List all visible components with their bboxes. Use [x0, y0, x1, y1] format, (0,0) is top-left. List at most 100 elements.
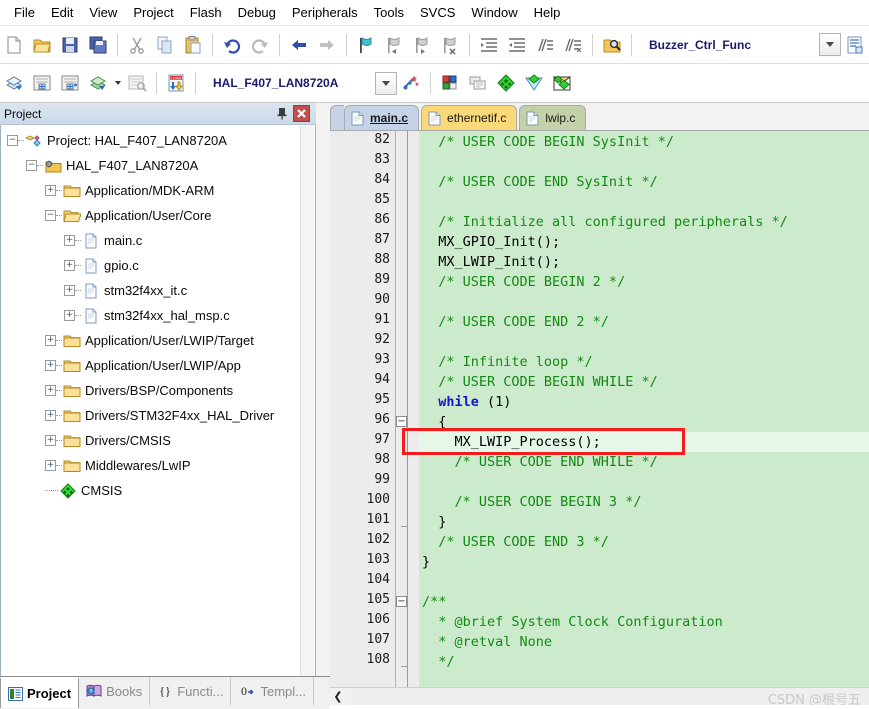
menu-help[interactable]: Help	[526, 2, 569, 23]
tree-expander-plus[interactable]: +	[64, 310, 75, 321]
toggle-bookmark-icon[interactable]	[353, 30, 379, 60]
navigate-forward-icon[interactable]	[314, 30, 340, 60]
download-icon[interactable]: LOAD	[163, 68, 189, 98]
search-combo[interactable]: Buzzer_Ctrl_Func	[641, 33, 759, 56]
menu-project[interactable]: Project	[125, 2, 181, 23]
menu-file[interactable]: File	[6, 2, 43, 23]
target-combo[interactable]: HAL_F407_LAN8720A	[205, 72, 375, 95]
save-icon[interactable]	[57, 30, 83, 60]
tree-item[interactable]: + Application/User/LWIP/Target	[1, 328, 311, 353]
tree-item[interactable]: CMSIS	[1, 478, 311, 503]
line-number: 95	[374, 392, 390, 407]
tree-item[interactable]: + Application/User/LWIP/App	[1, 353, 311, 378]
tree-expander-plus[interactable]: +	[64, 235, 75, 246]
fold-collapse-icon[interactable]: −	[396, 596, 407, 607]
menu-flash[interactable]: Flash	[182, 2, 230, 23]
open-file-icon[interactable]	[29, 30, 55, 60]
code-editor[interactable]: 82 /* USER CODE BEGIN SysInit */ 83 84 /* …	[330, 131, 869, 687]
manage-runtime-env-icon[interactable]	[437, 68, 463, 98]
undo-icon[interactable]	[219, 30, 245, 60]
project-tree-container[interactable]: − Project: HAL_F407_LAN8720A − HAL_F407_LAN…	[0, 125, 316, 709]
menu-peripherals[interactable]: Peripherals	[284, 2, 366, 23]
pack-installer-icon[interactable]	[493, 68, 519, 98]
next-bookmark-icon[interactable]	[409, 30, 435, 60]
pin-icon[interactable]	[273, 105, 291, 123]
editor-tab-main-c[interactable]: main.c	[344, 105, 420, 130]
clear-bookmarks-icon[interactable]	[437, 30, 463, 60]
menu-edit[interactable]: Edit	[43, 2, 81, 23]
bottom-tab-functi[interactable]: {} Functi...	[150, 677, 232, 705]
file-icon	[82, 283, 100, 299]
uncomment-icon[interactable]	[560, 30, 586, 60]
outdent-icon[interactable]	[504, 30, 530, 60]
bottom-tab-templ[interactable]: 0 Templ...	[231, 677, 314, 705]
tree-item[interactable]: + Drivers/STM32F4xx_HAL_Driver	[1, 403, 311, 428]
paste-icon[interactable]	[180, 30, 206, 60]
previous-bookmark-icon[interactable]	[381, 30, 407, 60]
configuration-wizard-icon[interactable]	[842, 30, 868, 60]
folder-icon	[63, 333, 81, 349]
tree-item[interactable]: + stm32f4xx_it.c	[1, 278, 311, 303]
navigate-back-icon[interactable]	[286, 30, 312, 60]
tree-expander-minus[interactable]: −	[26, 160, 37, 171]
menu-window[interactable]: Window	[463, 2, 525, 23]
copy-icon[interactable]	[152, 30, 178, 60]
batch-build-icon[interactable]	[85, 68, 111, 98]
tree-vertical-scrollbar[interactable]	[300, 126, 314, 709]
tree-item[interactable]: + Drivers/BSP/Components	[1, 378, 311, 403]
line-number: 90	[374, 292, 390, 307]
code-comment: /* Initialize all configured peripherals…	[422, 214, 788, 230]
redo-icon[interactable]	[247, 30, 273, 60]
tree-item[interactable]: + Middlewares/LwIP	[1, 453, 311, 478]
tree-item[interactable]: − HAL_F407_LAN8720A	[1, 153, 311, 178]
build-icon[interactable]	[29, 68, 55, 98]
tree-expander-plus[interactable]: +	[45, 435, 56, 446]
select-software-packs-icon[interactable]	[521, 68, 547, 98]
comment-icon[interactable]	[532, 30, 558, 60]
tree-item[interactable]: + stm32f4xx_hal_msp.c	[1, 303, 311, 328]
bottom-tab-project[interactable]: Project	[0, 677, 80, 708]
menu-tools[interactable]: Tools	[366, 2, 412, 23]
rebuild-icon[interactable]	[57, 68, 83, 98]
tree-expander-plus[interactable]: +	[64, 260, 75, 271]
stop-build-icon[interactable]	[124, 68, 150, 98]
close-icon[interactable]	[293, 105, 310, 122]
tree-item[interactable]: + Application/MDK-ARM	[1, 178, 311, 203]
menu-view[interactable]: View	[81, 2, 125, 23]
target-combo-dropdown[interactable]	[375, 71, 397, 95]
tree-item[interactable]: − Project: HAL_F407_LAN8720A	[1, 128, 311, 153]
save-all-icon[interactable]	[85, 30, 111, 60]
search-combo-dropdown[interactable]	[819, 33, 841, 56]
tree-item-label: Middlewares/LwIP	[85, 458, 191, 473]
tree-item[interactable]: + gpio.c	[1, 253, 311, 278]
tree-item[interactable]: + Drivers/CMSIS	[1, 428, 311, 453]
tree-expander-minus[interactable]: −	[7, 135, 18, 146]
batch-build-dropdown[interactable]	[112, 70, 123, 96]
tree-expander-plus[interactable]: +	[45, 410, 56, 421]
editor-tab-ethernetif-c[interactable]: ethernetif.c	[421, 105, 518, 130]
cut-icon[interactable]	[124, 30, 150, 60]
tree-expander-plus[interactable]: +	[45, 360, 56, 371]
editor-tab-lwip-c[interactable]: lwip.c	[519, 105, 587, 130]
multi-project-icon[interactable]	[465, 68, 491, 98]
tree-expander-plus[interactable]: +	[45, 335, 56, 346]
target-options-icon[interactable]	[398, 68, 424, 98]
tree-expander-plus[interactable]: +	[64, 285, 75, 296]
fold-collapse-icon[interactable]: −	[396, 416, 407, 427]
new-file-icon[interactable]	[1, 30, 27, 60]
manage-packs-icon[interactable]	[549, 68, 575, 98]
svg-text:0: 0	[241, 684, 247, 698]
menu-debug[interactable]: Debug	[230, 2, 284, 23]
bottom-tab-books[interactable]: ? Books	[79, 677, 151, 705]
code-scroll-left-icon[interactable]: ❮	[330, 689, 346, 705]
tree-item[interactable]: + main.c	[1, 228, 311, 253]
menu-svcs[interactable]: SVCS	[412, 2, 463, 23]
indent-icon[interactable]	[476, 30, 502, 60]
tree-expander-minus[interactable]: −	[45, 210, 56, 221]
tree-expander-plus[interactable]: +	[45, 185, 56, 196]
translate-icon[interactable]	[1, 68, 27, 98]
tree-item[interactable]: − Application/User/Core	[1, 203, 311, 228]
tree-expander-plus[interactable]: +	[45, 385, 56, 396]
tree-expander-plus[interactable]: +	[45, 460, 56, 471]
find-in-files-icon[interactable]	[599, 30, 625, 60]
